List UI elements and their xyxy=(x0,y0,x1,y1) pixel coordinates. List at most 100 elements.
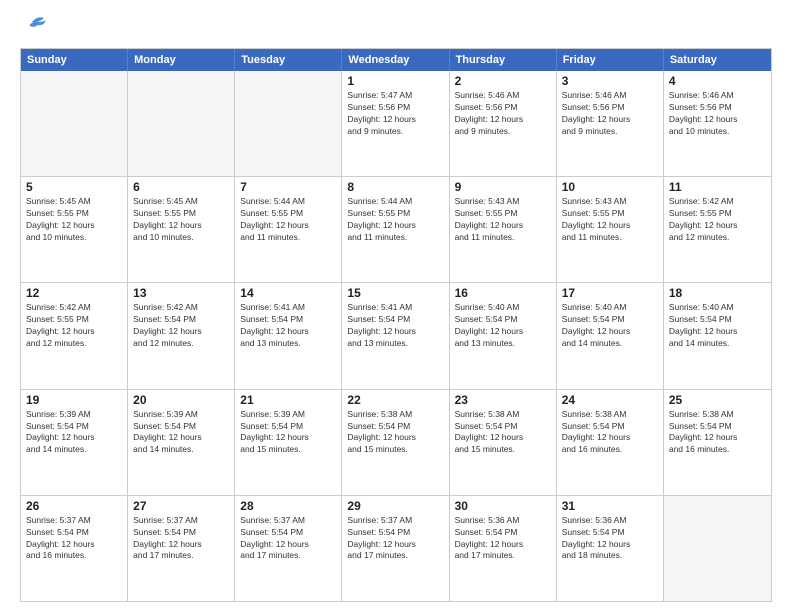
cal-cell: 21 Sunrise: 5:39 AM Sunset: 5:54 PM Dayli… xyxy=(235,390,342,495)
calendar: SundayMondayTuesdayWednesdayThursdayFrid… xyxy=(20,48,772,602)
cal-week-0: 1 Sunrise: 5:47 AM Sunset: 5:56 PM Daylig… xyxy=(21,71,771,176)
day-info: Sunrise: 5:42 AM Sunset: 5:55 PM Dayligh… xyxy=(26,302,122,350)
cal-cell: 2Sunrise: 5:46 AM Sunset: 5:56 PM Daylig… xyxy=(450,71,557,176)
cal-cell: 30 Sunrise: 5:36 AM Sunset: 5:54 PM Dayli… xyxy=(450,496,557,601)
cal-cell: 19 Sunrise: 5:39 AM Sunset: 5:54 PM Dayli… xyxy=(21,390,128,495)
day-info: Sunrise: 5:38 AM Sunset: 5:54 PM Dayligh… xyxy=(562,409,658,457)
day-info: Sunrise: 5:46 AM Sunset: 5:56 PM Dayligh… xyxy=(562,90,658,138)
cal-cell: 17Sunrise: 5:40 AM Sunset: 5:54 PM Dayli… xyxy=(557,283,664,388)
day-info: Sunrise: 5:44 AM Sunset: 5:55 PM Dayligh… xyxy=(240,196,336,244)
cal-cell: 18 Sunrise: 5:40 AM Sunset: 5:54 PM Dayli… xyxy=(664,283,771,388)
day-number: 23 xyxy=(455,393,551,407)
day-info: Sunrise: 5:39 AM Sunset: 5:54 PM Dayligh… xyxy=(26,409,122,457)
cal-cell: 13 Sunrise: 5:42 AM Sunset: 5:54 PM Dayli… xyxy=(128,283,235,388)
day-info: Sunrise: 5:39 AM Sunset: 5:54 PM Dayligh… xyxy=(133,409,229,457)
cal-cell: 1 Sunrise: 5:47 AM Sunset: 5:56 PM Daylig… xyxy=(342,71,449,176)
day-info: Sunrise: 5:40 AM Sunset: 5:54 PM Dayligh… xyxy=(455,302,551,350)
cal-header-friday: Friday xyxy=(557,49,664,71)
day-info: Sunrise: 5:38 AM Sunset: 5:54 PM Dayligh… xyxy=(455,409,551,457)
day-info: Sunrise: 5:45 AM Sunset: 5:55 PM Dayligh… xyxy=(26,196,122,244)
cal-week-1: 5 Sunrise: 5:45 AM Sunset: 5:55 PM Daylig… xyxy=(21,176,771,282)
cal-cell: 27 Sunrise: 5:37 AM Sunset: 5:54 PM Dayli… xyxy=(128,496,235,601)
day-number: 19 xyxy=(26,393,122,407)
cal-cell: 15Sunrise: 5:41 AM Sunset: 5:54 PM Dayli… xyxy=(342,283,449,388)
day-info: Sunrise: 5:37 AM Sunset: 5:54 PM Dayligh… xyxy=(133,515,229,563)
day-number: 6 xyxy=(133,180,229,194)
day-info: Sunrise: 5:44 AM Sunset: 5:55 PM Dayligh… xyxy=(347,196,443,244)
cal-cell: 12 Sunrise: 5:42 AM Sunset: 5:55 PM Dayli… xyxy=(21,283,128,388)
day-number: 31 xyxy=(562,499,658,513)
cal-header-sunday: Sunday xyxy=(21,49,128,71)
cal-cell: 6Sunrise: 5:45 AM Sunset: 5:55 PM Daylig… xyxy=(128,177,235,282)
cal-cell: 23 Sunrise: 5:38 AM Sunset: 5:54 PM Dayli… xyxy=(450,390,557,495)
logo-bird-icon xyxy=(20,16,48,38)
day-number: 9 xyxy=(455,180,551,194)
day-info: Sunrise: 5:41 AM Sunset: 5:54 PM Dayligh… xyxy=(347,302,443,350)
day-number: 12 xyxy=(26,286,122,300)
cal-header-thursday: Thursday xyxy=(450,49,557,71)
cal-cell: 14 Sunrise: 5:41 AM Sunset: 5:54 PM Dayli… xyxy=(235,283,342,388)
day-number: 8 xyxy=(347,180,443,194)
day-number: 2 xyxy=(455,74,551,88)
calendar-header: SundayMondayTuesdayWednesdayThursdayFrid… xyxy=(21,49,771,71)
day-number: 4 xyxy=(669,74,766,88)
day-info: Sunrise: 5:36 AM Sunset: 5:54 PM Dayligh… xyxy=(455,515,551,563)
day-info: Sunrise: 5:42 AM Sunset: 5:54 PM Dayligh… xyxy=(133,302,229,350)
day-number: 26 xyxy=(26,499,122,513)
cal-cell: 7 Sunrise: 5:44 AM Sunset: 5:55 PM Daylig… xyxy=(235,177,342,282)
cal-cell: 24 Sunrise: 5:38 AM Sunset: 5:54 PM Dayli… xyxy=(557,390,664,495)
cal-cell: 26 Sunrise: 5:37 AM Sunset: 5:54 PM Dayli… xyxy=(21,496,128,601)
day-number: 30 xyxy=(455,499,551,513)
day-number: 29 xyxy=(347,499,443,513)
day-info: Sunrise: 5:37 AM Sunset: 5:54 PM Dayligh… xyxy=(347,515,443,563)
day-number: 14 xyxy=(240,286,336,300)
day-info: Sunrise: 5:42 AM Sunset: 5:55 PM Dayligh… xyxy=(669,196,766,244)
day-info: Sunrise: 5:38 AM Sunset: 5:54 PM Dayligh… xyxy=(347,409,443,457)
day-number: 5 xyxy=(26,180,122,194)
day-number: 22 xyxy=(347,393,443,407)
cal-week-3: 19 Sunrise: 5:39 AM Sunset: 5:54 PM Dayli… xyxy=(21,389,771,495)
day-info: Sunrise: 5:47 AM Sunset: 5:56 PM Dayligh… xyxy=(347,90,443,138)
cal-cell: 5 Sunrise: 5:45 AM Sunset: 5:55 PM Daylig… xyxy=(21,177,128,282)
page: SundayMondayTuesdayWednesdayThursdayFrid… xyxy=(0,0,792,612)
day-number: 25 xyxy=(669,393,766,407)
cal-week-2: 12 Sunrise: 5:42 AM Sunset: 5:55 PM Dayli… xyxy=(21,282,771,388)
header xyxy=(20,16,772,38)
cal-cell: 16Sunrise: 5:40 AM Sunset: 5:54 PM Dayli… xyxy=(450,283,557,388)
cal-cell: 8 Sunrise: 5:44 AM Sunset: 5:55 PM Daylig… xyxy=(342,177,449,282)
cal-cell xyxy=(235,71,342,176)
cal-cell: 11Sunrise: 5:42 AM Sunset: 5:55 PM Dayli… xyxy=(664,177,771,282)
cal-cell: 3Sunrise: 5:46 AM Sunset: 5:56 PM Daylig… xyxy=(557,71,664,176)
day-number: 10 xyxy=(562,180,658,194)
day-number: 21 xyxy=(240,393,336,407)
day-info: Sunrise: 5:38 AM Sunset: 5:54 PM Dayligh… xyxy=(669,409,766,457)
day-number: 28 xyxy=(240,499,336,513)
day-info: Sunrise: 5:41 AM Sunset: 5:54 PM Dayligh… xyxy=(240,302,336,350)
day-number: 20 xyxy=(133,393,229,407)
cal-header-tuesday: Tuesday xyxy=(235,49,342,71)
day-info: Sunrise: 5:37 AM Sunset: 5:54 PM Dayligh… xyxy=(26,515,122,563)
day-info: Sunrise: 5:40 AM Sunset: 5:54 PM Dayligh… xyxy=(669,302,766,350)
day-number: 24 xyxy=(562,393,658,407)
logo xyxy=(20,16,50,38)
cal-cell xyxy=(21,71,128,176)
day-number: 27 xyxy=(133,499,229,513)
cal-cell: 9Sunrise: 5:43 AM Sunset: 5:55 PM Daylig… xyxy=(450,177,557,282)
cal-cell: 10Sunrise: 5:43 AM Sunset: 5:55 PM Dayli… xyxy=(557,177,664,282)
cal-cell xyxy=(128,71,235,176)
day-number: 18 xyxy=(669,286,766,300)
day-info: Sunrise: 5:37 AM Sunset: 5:54 PM Dayligh… xyxy=(240,515,336,563)
day-number: 13 xyxy=(133,286,229,300)
cal-week-4: 26 Sunrise: 5:37 AM Sunset: 5:54 PM Dayli… xyxy=(21,495,771,601)
day-info: Sunrise: 5:39 AM Sunset: 5:54 PM Dayligh… xyxy=(240,409,336,457)
cal-cell: 22 Sunrise: 5:38 AM Sunset: 5:54 PM Dayli… xyxy=(342,390,449,495)
cal-cell: 4Sunrise: 5:46 AM Sunset: 5:56 PM Daylig… xyxy=(664,71,771,176)
cal-header-wednesday: Wednesday xyxy=(342,49,449,71)
cal-cell: 29 Sunrise: 5:37 AM Sunset: 5:54 PM Dayli… xyxy=(342,496,449,601)
day-number: 7 xyxy=(240,180,336,194)
day-number: 1 xyxy=(347,74,443,88)
cal-header-monday: Monday xyxy=(128,49,235,71)
cal-cell: 20 Sunrise: 5:39 AM Sunset: 5:54 PM Dayli… xyxy=(128,390,235,495)
day-number: 17 xyxy=(562,286,658,300)
cal-header-saturday: Saturday xyxy=(664,49,771,71)
